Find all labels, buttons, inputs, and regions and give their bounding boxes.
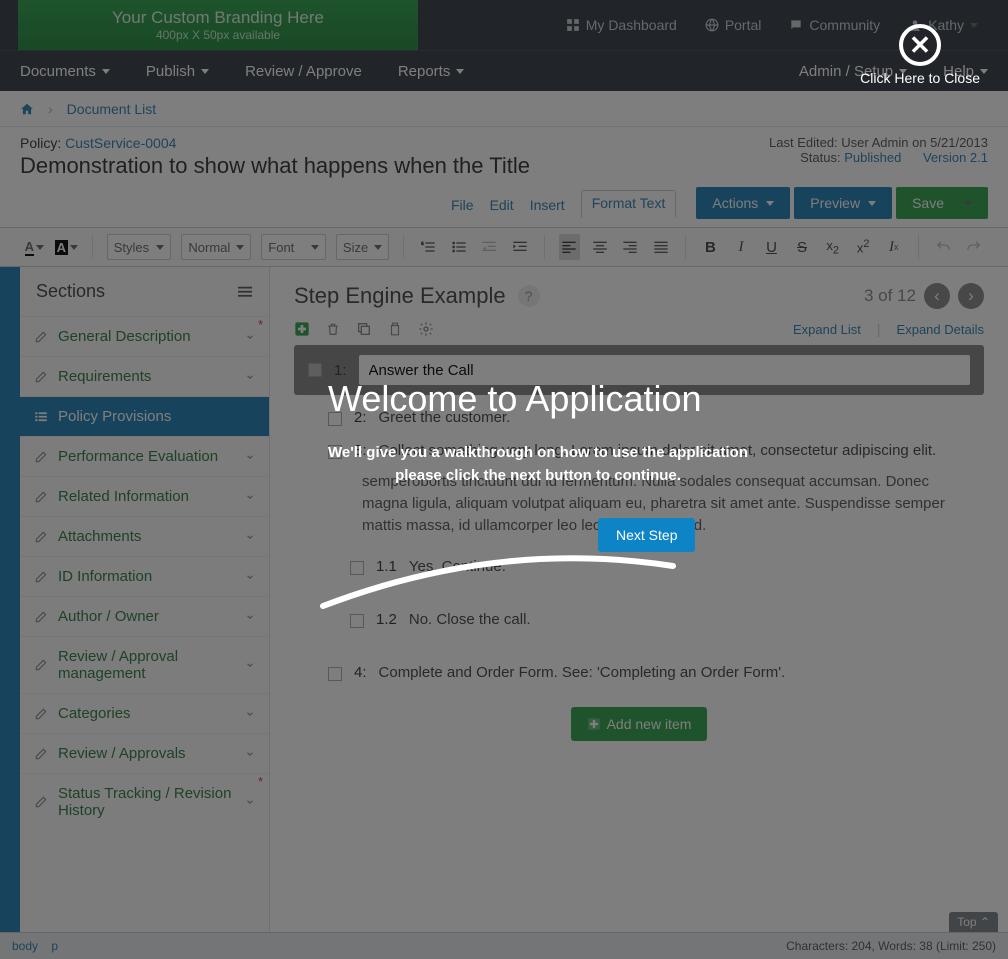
close-icon: ✕ (899, 24, 941, 66)
overlay-body: We'll give you a walkthrough on how to u… (328, 442, 748, 487)
overlay-heading: Welcome to Application (328, 378, 748, 420)
close-text: Click Here to Close (860, 70, 980, 86)
close-overlay[interactable]: ✕ Click Here to Close (860, 24, 980, 86)
walkthrough-overlay: ✕ Click Here to Close Welcome to Applica… (0, 0, 1008, 959)
overlay-content: Welcome to Application We'll give you a … (328, 378, 748, 487)
next-step-button[interactable]: Next Step (598, 518, 695, 552)
next-step-label: Next Step (616, 527, 677, 543)
